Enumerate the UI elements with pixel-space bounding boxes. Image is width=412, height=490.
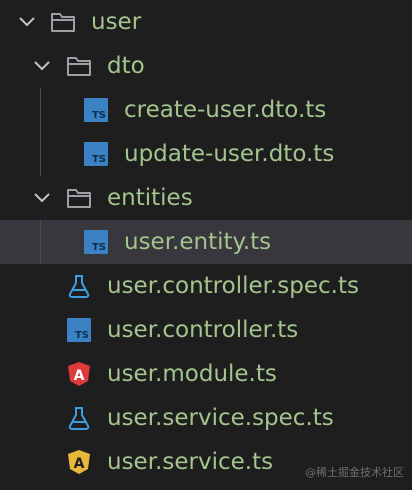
tree-item-file[interactable]: A user.module.ts xyxy=(0,352,412,396)
chevron-down-icon[interactable] xyxy=(33,57,51,75)
tree-item-file[interactable]: TS create-user.dto.ts xyxy=(0,88,412,132)
indent-guide xyxy=(40,88,41,132)
tree-item-file[interactable]: user.service.spec.ts xyxy=(0,396,412,440)
tree-item-user-folder[interactable]: user xyxy=(0,0,412,44)
tree-item-label: user.controller.ts xyxy=(107,317,299,343)
tree-item-file-selected[interactable]: TS user.entity.ts xyxy=(0,220,412,264)
tree-item-entities-folder[interactable]: entities xyxy=(0,176,412,220)
folder-open-icon xyxy=(51,13,75,32)
typescript-icon: TS xyxy=(84,98,108,122)
tree-item-file[interactable]: user.controller.spec.ts xyxy=(0,264,412,308)
typescript-icon: TS xyxy=(84,230,108,254)
folder-open-icon xyxy=(67,57,91,76)
tree-item-label: create-user.dto.ts xyxy=(124,97,327,123)
tree-item-file[interactable]: TS user.controller.ts xyxy=(0,308,412,352)
tree-item-label: user.service.ts xyxy=(107,449,274,475)
tree-item-file[interactable]: TS update-user.dto.ts xyxy=(0,132,412,176)
watermark: @稀土掘金技术社区 xyxy=(305,466,404,479)
indent-guide xyxy=(40,220,41,264)
tree-item-label: entities xyxy=(107,185,193,211)
typescript-icon: TS xyxy=(84,142,108,166)
angular-icon: A xyxy=(68,362,90,386)
svg-text:A: A xyxy=(74,368,85,384)
test-flask-icon xyxy=(68,275,90,298)
file-explorer-tree: user dto TS create-user.dto.ts TS update… xyxy=(0,0,412,490)
tree-item-label: user.service.spec.ts xyxy=(107,405,334,431)
folder-open-icon xyxy=(67,189,91,208)
typescript-icon: TS xyxy=(67,318,91,342)
angular-icon: A xyxy=(68,450,90,474)
tree-item-label: user xyxy=(91,9,142,35)
svg-text:A: A xyxy=(74,456,85,472)
tree-item-label: dto xyxy=(107,53,145,79)
tree-item-label: user.entity.ts xyxy=(124,229,272,255)
tree-item-label: update-user.dto.ts xyxy=(124,141,335,167)
tree-item-label: user.module.ts xyxy=(107,361,277,387)
chevron-down-icon[interactable] xyxy=(18,13,36,31)
tree-item-label: user.controller.spec.ts xyxy=(107,273,359,299)
chevron-down-icon[interactable] xyxy=(33,189,51,207)
test-flask-icon xyxy=(68,407,90,430)
tree-item-dto-folder[interactable]: dto xyxy=(0,44,412,88)
indent-guide xyxy=(40,132,41,176)
